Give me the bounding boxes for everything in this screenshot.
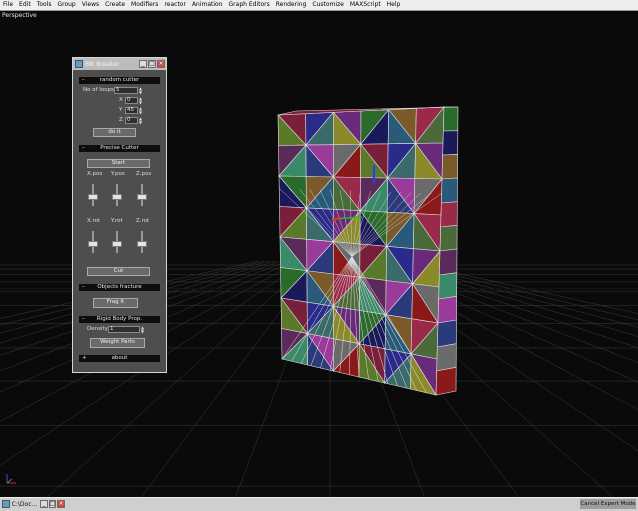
fragment-face[interactable] xyxy=(436,343,457,372)
spinner-arrows-icon[interactable]: ▲ ▼ xyxy=(139,117,143,125)
axis-tripod-icon xyxy=(6,474,16,484)
rollout-title: Objects fracture xyxy=(97,284,142,290)
blk-breaker-dialog[interactable]: Blk Breaker _ □ × – random cutter No of … xyxy=(72,57,167,373)
y-pos-slider-thumb[interactable] xyxy=(112,194,122,200)
x-pos-label: X.pos xyxy=(87,171,103,177)
menu-item-edit[interactable]: Edit xyxy=(16,0,34,10)
frag-it-button[interactable]: Frag It xyxy=(93,298,138,308)
close-icon[interactable]: × xyxy=(157,60,165,68)
rollout-title: Rigid Body Prop. xyxy=(96,316,143,322)
window-icon xyxy=(2,500,10,508)
menu-bar: File Edit Tools Group Views Create Modifiers re… xyxy=(0,0,638,11)
taskbar-window-label: C:\Doc... xyxy=(11,500,38,508)
x-spinner[interactable]: 0 xyxy=(125,97,138,104)
collapse-sign: – xyxy=(82,284,85,290)
x-rot-label: X.rot xyxy=(87,218,101,224)
rollout-precise-cutter[interactable]: – Precise Cutter xyxy=(79,145,160,152)
fragment-face[interactable] xyxy=(437,319,457,348)
menu-item-graph-editors[interactable]: Graph Editors xyxy=(226,0,273,10)
fragment-face[interactable] xyxy=(440,201,458,228)
z-rot-label: Z.rot xyxy=(136,218,150,224)
rollout-random-cutter[interactable]: – random cutter xyxy=(79,77,160,84)
menu-item-file[interactable]: File xyxy=(0,0,16,10)
taskbar: C:\Doc... _ □ × Cancel Expert Mode xyxy=(0,497,638,511)
menu-item-reactor[interactable]: reactor xyxy=(161,0,189,10)
app-icon xyxy=(75,60,83,68)
collapse-sign: – xyxy=(82,316,85,322)
fragment-face[interactable] xyxy=(439,225,458,252)
z-label: Z xyxy=(119,117,123,123)
y-label: Y xyxy=(119,107,123,113)
close-icon[interactable]: × xyxy=(57,500,66,508)
z-pos-slider-thumb[interactable] xyxy=(137,194,147,200)
do-it-button[interactable]: do it xyxy=(93,128,136,137)
spinner-arrows-icon[interactable]: ▲ ▼ xyxy=(139,97,143,105)
fragment-face[interactable] xyxy=(435,366,457,396)
fragment-face[interactable] xyxy=(442,130,459,156)
fragment-face[interactable] xyxy=(438,272,458,300)
menu-item-views[interactable]: Views xyxy=(79,0,102,10)
z-rot-slider-thumb[interactable] xyxy=(137,241,147,247)
taskbar-window-item[interactable]: C:\Doc... _ □ × xyxy=(2,499,66,509)
expand-sign: + xyxy=(82,355,87,361)
menu-item-animation[interactable]: Animation xyxy=(189,0,226,10)
density-label: Density xyxy=(87,326,108,332)
density-spinner[interactable]: 1 xyxy=(108,326,140,333)
menu-item-customize[interactable]: Customize xyxy=(309,0,347,10)
rollout-about[interactable]: + about xyxy=(79,355,160,362)
menu-item-help[interactable]: Help xyxy=(384,0,404,10)
start-button[interactable]: Start xyxy=(87,159,150,168)
cut-button[interactable]: Cut xyxy=(87,267,150,276)
fragment-face[interactable] xyxy=(439,248,458,276)
menu-item-group[interactable]: Group xyxy=(54,0,78,10)
menu-item-create[interactable]: Create xyxy=(102,0,128,10)
y-rot-label: Y.rot xyxy=(111,218,123,224)
fragment-face[interactable] xyxy=(441,177,458,204)
maximize-icon[interactable]: □ xyxy=(148,60,156,68)
x-rot-slider-thumb[interactable] xyxy=(88,241,98,247)
minimize-icon[interactable]: _ xyxy=(40,500,48,508)
weight-parts-button[interactable]: Weight Parts xyxy=(90,338,145,348)
menu-item-maxscript[interactable]: MAXScript xyxy=(347,0,384,10)
dialog-titlebar[interactable]: Blk Breaker _ □ × xyxy=(73,58,166,70)
spinner-arrows-icon[interactable]: ▲ ▼ xyxy=(139,107,143,115)
rollout-title: random cutter xyxy=(99,77,140,83)
maximize-icon[interactable]: □ xyxy=(48,500,57,508)
collapse-sign: – xyxy=(82,77,85,83)
cancel-expert-mode-button[interactable]: Cancel Expert Mode xyxy=(580,499,636,509)
rollout-objects-fracture[interactable]: – Objects fracture xyxy=(79,284,160,291)
fragment-face[interactable] xyxy=(441,154,458,180)
fragment-face[interactable] xyxy=(437,295,457,324)
y-rot-slider-thumb[interactable] xyxy=(112,241,122,247)
dialog-title: Blk Breaker xyxy=(85,60,120,68)
rollout-rigid-body[interactable]: – Rigid Body Prop. xyxy=(79,316,160,323)
x-pos-slider-thumb[interactable] xyxy=(88,194,98,200)
spinner-arrows-icon[interactable]: ▲ ▼ xyxy=(141,326,145,334)
collapse-sign: – xyxy=(82,145,85,151)
menu-item-tools[interactable]: Tools xyxy=(34,0,55,10)
z-spinner[interactable]: 0 xyxy=(125,117,138,124)
rollout-title: about xyxy=(111,355,128,361)
y-spinner[interactable]: 45 xyxy=(125,107,138,114)
fragment-face[interactable] xyxy=(443,106,459,132)
z-pos-label: Z.pos xyxy=(136,171,152,177)
x-label: X xyxy=(119,97,123,103)
rollout-title: Precise Cutter xyxy=(100,145,139,151)
minimize-icon[interactable]: _ xyxy=(139,60,147,68)
menu-item-modifiers[interactable]: Modifiers xyxy=(128,0,161,10)
y-pos-label: Y.pos xyxy=(111,171,125,177)
menu-item-rendering[interactable]: Rendering xyxy=(273,0,310,10)
loops-spinner[interactable]: 5 xyxy=(114,87,138,94)
loops-label: No of loops xyxy=(83,87,114,93)
spinner-arrows-icon[interactable]: ▲ ▼ xyxy=(139,87,143,95)
